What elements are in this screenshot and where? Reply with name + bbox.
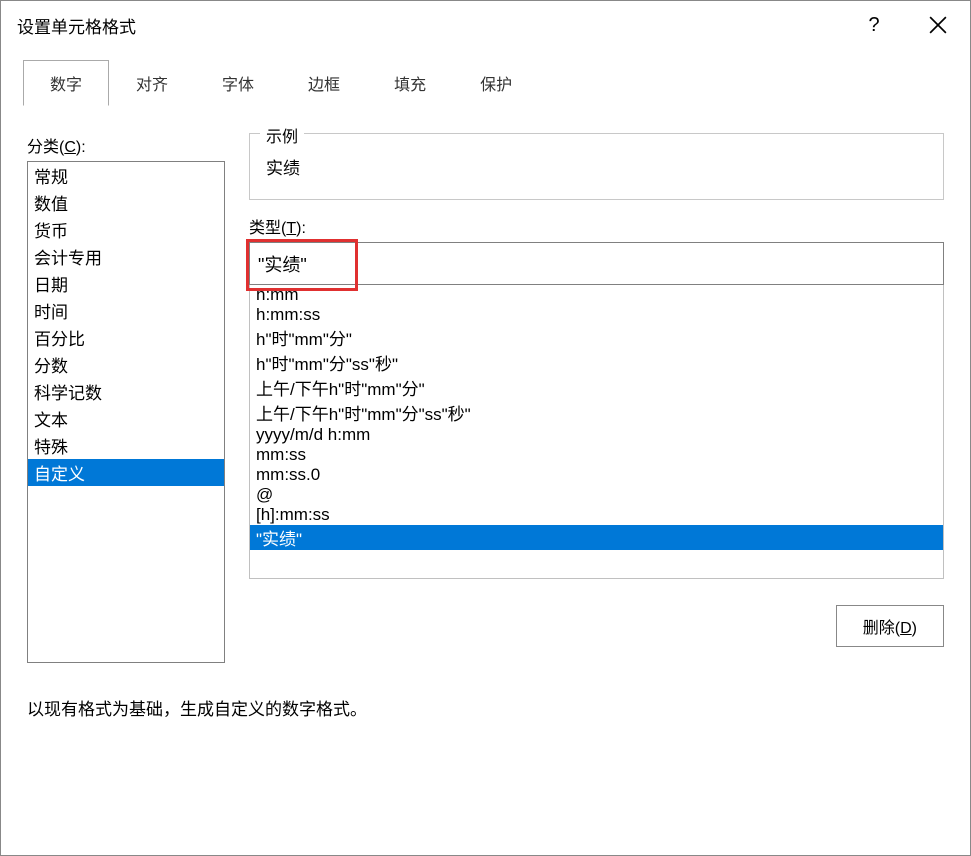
sample-box: 示例 实绩 <box>249 133 944 200</box>
tab-border[interactable]: 边框 <box>281 60 367 106</box>
tab-fill[interactable]: 填充 <box>367 60 453 106</box>
dialog-title: 设置单元格格式 <box>17 13 136 38</box>
type-item[interactable]: 上午/下午h"时"mm"分"ss"秒" <box>250 400 943 425</box>
help-icon[interactable]: ? <box>842 1 906 49</box>
right-panel: 示例 实绩 类型(T): h:mmh:mm:ssh"时"mm"分"h"时"mm"… <box>249 133 944 663</box>
category-item[interactable]: 百分比 <box>28 324 224 351</box>
tab-number[interactable]: 数字 <box>23 60 109 106</box>
category-panel: 分类(C): 常规数值货币会计专用日期时间百分比分数科学记数文本特殊自定义 <box>27 133 225 663</box>
type-item[interactable]: @ <box>250 485 943 505</box>
delete-row: 删除(D) <box>249 605 944 647</box>
type-item[interactable]: mm:ss.0 <box>250 465 943 485</box>
type-label: 类型(T): <box>249 214 944 238</box>
type-item[interactable]: "实绩" <box>250 525 943 550</box>
sample-legend: 示例 <box>260 123 304 147</box>
category-item[interactable]: 分数 <box>28 351 224 378</box>
tab-protection[interactable]: 保护 <box>453 60 539 106</box>
type-list[interactable]: h:mmh:mm:ssh"时"mm"分"h"时"mm"分"ss"秒"上午/下午h… <box>249 285 944 579</box>
dialog-body: 分类(C): 常规数值货币会计专用日期时间百分比分数科学记数文本特殊自定义 示例… <box>1 105 970 673</box>
titlebar: 设置单元格格式 ? <box>1 1 970 49</box>
category-item[interactable]: 文本 <box>28 405 224 432</box>
category-item[interactable]: 时间 <box>28 297 224 324</box>
window-controls: ? <box>842 1 970 49</box>
category-item[interactable]: 货币 <box>28 216 224 243</box>
type-item[interactable]: yyyy/m/d h:mm <box>250 425 943 445</box>
tab-font[interactable]: 字体 <box>195 60 281 106</box>
footer-text: 以现有格式为基础，生成自定义的数字格式。 <box>1 673 970 742</box>
category-label: 分类(C): <box>27 133 225 157</box>
tab-bar: 数字 对齐 字体 边框 填充 保护 <box>23 59 948 105</box>
category-item[interactable]: 常规 <box>28 162 224 189</box>
delete-button[interactable]: 删除(D) <box>836 605 944 647</box>
tab-alignment[interactable]: 对齐 <box>109 60 195 106</box>
category-item[interactable]: 会计专用 <box>28 243 224 270</box>
type-input-wrap <box>249 242 944 285</box>
type-item[interactable]: [h]:mm:ss <box>250 505 943 525</box>
type-item[interactable]: h"时"mm"分" <box>250 325 943 350</box>
category-item[interactable]: 日期 <box>28 270 224 297</box>
category-item[interactable]: 特殊 <box>28 432 224 459</box>
close-icon[interactable] <box>906 1 970 49</box>
category-item[interactable]: 数值 <box>28 189 224 216</box>
sample-value: 实绩 <box>264 148 929 185</box>
category-item[interactable]: 自定义 <box>28 459 224 486</box>
category-item[interactable]: 科学记数 <box>28 378 224 405</box>
format-cells-dialog: 设置单元格格式 ? 数字 对齐 字体 边框 填充 保护 分类(C): 常规数值货… <box>0 0 971 856</box>
type-item[interactable]: h:mm <box>250 285 943 305</box>
type-item[interactable]: h"时"mm"分"ss"秒" <box>250 350 943 375</box>
type-item[interactable]: 上午/下午h"时"mm"分" <box>250 375 943 400</box>
type-item[interactable]: mm:ss <box>250 445 943 465</box>
category-list[interactable]: 常规数值货币会计专用日期时间百分比分数科学记数文本特殊自定义 <box>27 161 225 663</box>
type-input[interactable] <box>249 242 944 285</box>
type-item[interactable]: h:mm:ss <box>250 305 943 325</box>
